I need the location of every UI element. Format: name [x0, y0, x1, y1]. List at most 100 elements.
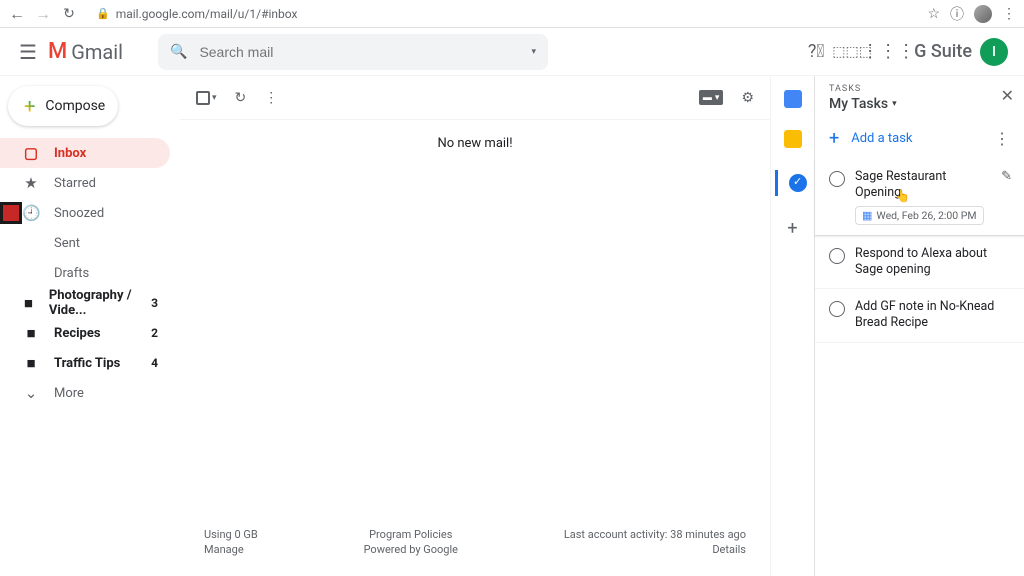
task-title: Add GF note in No-Knead Bread Recipe	[855, 299, 1012, 332]
content-area: ▾ ↻ ⋮ ▬▾ ⚙ No new mail! Using 0 GB Manag…	[180, 76, 770, 576]
sidebar-item-sent[interactable]: Sent	[0, 228, 170, 258]
info-icon[interactable]: ⓘ	[950, 4, 964, 24]
task-complete-circle[interactable]	[829, 248, 845, 264]
tasks-list-name: My Tasks	[829, 96, 888, 112]
task-complete-circle[interactable]	[829, 171, 845, 187]
sidebar-item-label: Starred	[54, 176, 96, 191]
split-pane-button[interactable]: ▬▾	[699, 90, 724, 105]
recording-indicator	[0, 202, 22, 224]
chevron-down-icon: ▾	[892, 99, 897, 109]
close-icon[interactable]: ✕	[1001, 86, 1014, 105]
sidebar-item-drafts[interactable]: Drafts	[0, 258, 170, 288]
search-icon: 🔍	[170, 44, 187, 60]
sidebar: + Compose ▢ Inbox ★ Starred 🕘 Snoozed Se…	[0, 76, 180, 576]
reload-button[interactable]: ↻	[60, 6, 78, 22]
support-icon[interactable]: ?⃝	[798, 34, 834, 70]
settings-icon[interactable]: ⚙	[741, 90, 754, 106]
task-date-chip[interactable]: ▦ Wed, Feb 26, 2:00 PM	[855, 206, 984, 225]
tasks-label: TASKS	[829, 84, 1012, 94]
footer-powered: Powered by Google	[364, 543, 458, 556]
sidebar-item-count: 2	[151, 326, 158, 340]
sidebar-item-more[interactable]: ⌄ More	[0, 378, 170, 408]
sidebar-label-photography[interactable]: ■ Photography / Vide... 3	[0, 288, 170, 318]
calendar-icon[interactable]	[784, 90, 802, 108]
back-button[interactable]: ←	[8, 4, 26, 24]
chevron-down-icon: ⌄	[22, 384, 40, 402]
star-icon: ★	[22, 174, 40, 192]
search-options-icon[interactable]: ▾	[531, 47, 536, 57]
sidebar-item-label: Photography / Vide...	[49, 288, 137, 318]
sidebar-label-traffic[interactable]: ■ Traffic Tips 4	[0, 348, 170, 378]
tasks-menu-icon[interactable]: ⋮	[994, 129, 1010, 148]
more-icon[interactable]: ⋮	[264, 90, 278, 106]
add-addon-icon[interactable]: +	[787, 218, 797, 239]
chrome-menu-icon[interactable]: ⋮	[1002, 6, 1016, 22]
task-date-text: Wed, Feb 26, 2:00 PM	[876, 209, 976, 222]
task-item[interactable]: Respond to Alexa about Sage opening	[815, 236, 1024, 290]
sidebar-item-inbox[interactable]: ▢ Inbox	[0, 138, 170, 168]
url-text: mail.google.com/mail/u/1/#inbox	[116, 7, 298, 21]
task-item[interactable]: Add GF note in No-Knead Bread Recipe	[815, 289, 1024, 343]
tasks-list-selector[interactable]: My Tasks ▾	[829, 96, 1012, 112]
task-title: Respond to Alexa about Sage opening	[855, 246, 1012, 279]
main-menu-icon[interactable]: ☰	[8, 40, 48, 64]
url-bar[interactable]: 🔒 mail.google.com/mail/u/1/#inbox	[86, 7, 919, 21]
footer-manage[interactable]: Manage	[204, 543, 258, 556]
lock-icon: 🔒	[96, 7, 110, 20]
footer-activity: Last account activity: 38 minutes ago	[564, 528, 746, 541]
calendar-icon: ▦	[862, 209, 872, 222]
edit-icon[interactable]: ✎	[1001, 169, 1012, 225]
gsuite-label: G Suite	[914, 41, 972, 62]
sidebar-item-snoozed[interactable]: 🕘 Snoozed	[0, 198, 170, 228]
mail-toolbar: ▾ ↻ ⋮ ▬▾ ⚙	[180, 76, 770, 120]
keep-icon[interactable]	[784, 130, 802, 148]
gmail-logo-text: Gmail	[71, 40, 123, 64]
search-box[interactable]: 🔍 ▾	[158, 34, 548, 70]
chrome-profile-avatar[interactable]	[974, 5, 992, 23]
account-avatar[interactable]: I	[980, 38, 1008, 66]
footer-policies[interactable]: Program Policies	[364, 528, 458, 541]
footer-details[interactable]: Details	[564, 543, 746, 556]
browser-toolbar: ← → ↻ 🔒 mail.google.com/mail/u/1/#inbox …	[0, 0, 1024, 28]
plus-icon: +	[24, 94, 35, 118]
sidebar-item-count: 3	[151, 296, 158, 310]
empty-inbox-message: No new mail!	[180, 120, 770, 167]
sidebar-item-starred[interactable]: ★ Starred	[0, 168, 170, 198]
sidebar-label-recipes[interactable]: ■ Recipes 2	[0, 318, 170, 348]
label-icon: ■	[22, 294, 35, 312]
apps-icon[interactable]: ⋮⋮⋮	[870, 34, 906, 70]
gmail-header: ☰ M Gmail 🔍 ▾ ?⃝ ⬚⬚⬚ ⋮⋮⋮ G Suite I	[0, 28, 1024, 76]
chevron-down-icon[interactable]: ▾	[212, 93, 217, 103]
add-task-button[interactable]: + Add a task ⋮	[815, 118, 1024, 159]
task-title: Sage Restaurant Opening	[855, 169, 991, 202]
checkbox-icon	[196, 91, 210, 105]
tasks-panel: TASKS My Tasks ▾ ✕ + Add a task ⋮ Sage R…	[814, 76, 1024, 576]
plus-icon: +	[829, 128, 839, 149]
sidebar-item-label: Drafts	[54, 266, 89, 281]
sidebar-item-label: Snoozed	[54, 206, 104, 221]
select-all-checkbox[interactable]: ▾	[196, 91, 217, 105]
sidebar-item-label: Inbox	[54, 146, 86, 161]
task-item[interactable]: Sage Restaurant Opening ▦ Wed, Feb 26, 2…	[815, 159, 1024, 236]
footer: Using 0 GB Manage Program Policies Power…	[180, 520, 770, 576]
sidebar-item-label: Sent	[54, 236, 80, 251]
tasks-header: TASKS My Tasks ▾ ✕	[815, 76, 1024, 118]
sidebar-item-label: More	[54, 386, 84, 401]
gmail-m-icon: M	[48, 39, 67, 64]
label-icon: ■	[22, 324, 40, 342]
side-rail: +	[770, 76, 814, 576]
sidebar-item-label: Traffic Tips	[54, 356, 120, 371]
sidebar-item-label: Recipes	[54, 326, 101, 341]
tasks-icon[interactable]	[789, 174, 807, 192]
compose-label: Compose	[45, 98, 105, 114]
task-complete-circle[interactable]	[829, 301, 845, 317]
add-task-label: Add a task	[851, 131, 912, 146]
gmail-logo[interactable]: M Gmail	[48, 39, 158, 64]
footer-storage: Using 0 GB	[204, 528, 258, 541]
refresh-icon[interactable]: ↻	[235, 90, 247, 106]
search-input[interactable]	[199, 44, 519, 60]
label-icon: ■	[22, 354, 40, 372]
forward-button[interactable]: →	[34, 4, 52, 24]
star-icon[interactable]: ☆	[927, 6, 940, 22]
compose-button[interactable]: + Compose	[8, 86, 118, 126]
